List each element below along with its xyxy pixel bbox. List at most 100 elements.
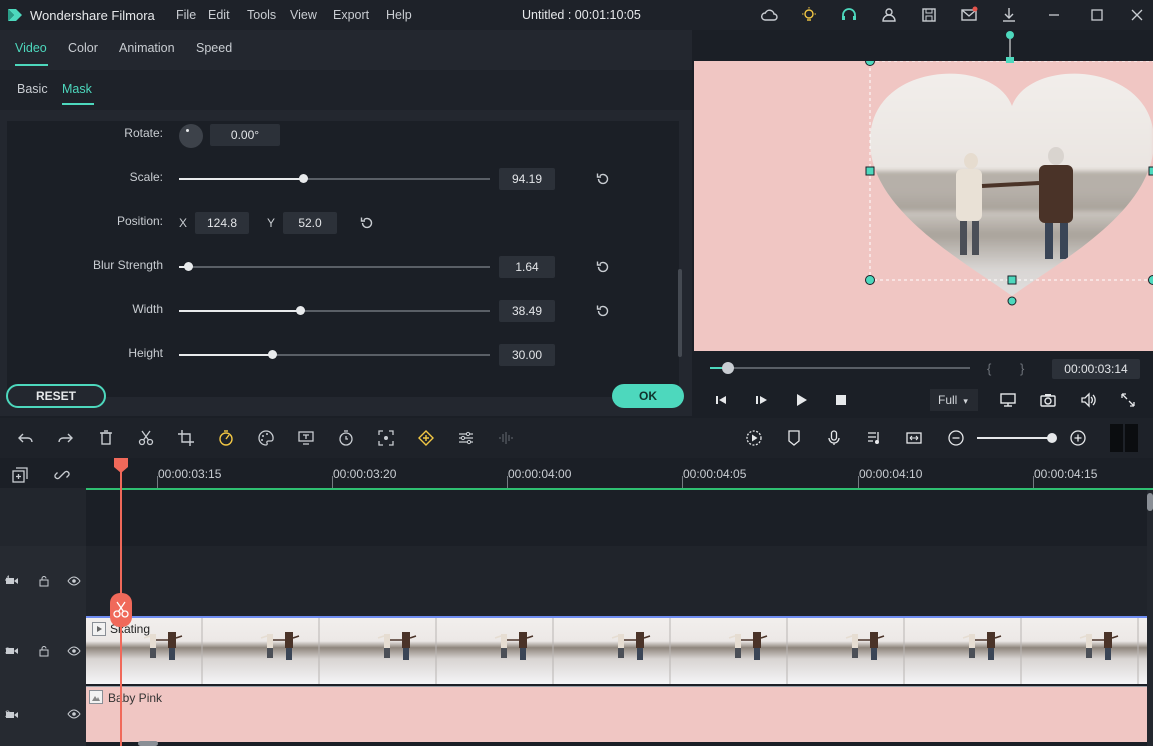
cloud-icon[interactable]	[760, 6, 778, 24]
mark-in-bracket[interactable]: {	[987, 361, 991, 376]
account-icon[interactable]	[880, 6, 898, 24]
eye-icon[interactable]	[67, 708, 81, 720]
position-x-input[interactable]: 124.8	[195, 212, 249, 234]
width-slider[interactable]	[179, 306, 490, 315]
reset-button[interactable]: RESET	[6, 384, 106, 408]
playhead-handle[interactable]	[113, 458, 129, 474]
close-icon[interactable]	[1128, 6, 1146, 24]
menu-export[interactable]: Export	[333, 8, 369, 22]
play-icon[interactable]	[792, 391, 810, 409]
position-y-input[interactable]: 52.0	[283, 212, 337, 234]
mark-out-bracket[interactable]: }	[1020, 361, 1024, 376]
scale-reset-icon[interactable]	[595, 171, 611, 187]
marker-shield-icon[interactable]	[785, 429, 803, 447]
ok-button[interactable]: OK	[612, 384, 684, 408]
timeline-ruler[interactable]: 00:00:03:15 00:00:03:20 00:00:04:00 00:0…	[86, 458, 1153, 490]
track-lane-4[interactable]	[86, 546, 1147, 616]
position-reset-icon[interactable]	[359, 215, 375, 231]
render-preview-icon[interactable]	[745, 429, 763, 447]
blur-strength-value-input[interactable]: 1.64	[499, 256, 555, 278]
track-lane-5[interactable]	[86, 490, 1147, 546]
eye-icon[interactable]	[67, 575, 81, 587]
tab-color[interactable]: Color	[68, 41, 98, 55]
minimize-icon[interactable]	[1045, 6, 1063, 24]
timeline-vertical-scrollbar[interactable]	[1147, 490, 1153, 746]
save-icon[interactable]	[920, 6, 938, 24]
chevron-down-icon: ▾	[963, 396, 968, 406]
preview-scrubber[interactable]	[710, 362, 970, 374]
menu-edit[interactable]: Edit	[208, 8, 230, 22]
previous-frame-icon[interactable]	[712, 391, 730, 409]
delete-icon[interactable]	[97, 429, 115, 447]
timeline-horizontal-scroll-thumb[interactable]	[138, 741, 158, 746]
split-scissors-icon[interactable]	[137, 429, 155, 447]
blur-strength-slider[interactable]	[179, 262, 490, 271]
audio-mixer-icon[interactable]	[865, 429, 883, 447]
menu-file[interactable]: File	[176, 8, 196, 22]
subtab-mask[interactable]: Mask	[62, 82, 92, 96]
clip-baby-pink[interactable]: Baby Pink	[86, 686, 1147, 742]
menu-tools[interactable]: Tools	[247, 8, 276, 22]
tab-video[interactable]: Video	[15, 41, 47, 55]
fit-timeline-icon[interactable]	[905, 429, 923, 447]
tab-animation[interactable]: Animation	[119, 41, 175, 55]
menu-help[interactable]: Help	[386, 8, 412, 22]
lightbulb-icon[interactable]	[800, 6, 818, 24]
scale-slider-handle[interactable]	[299, 174, 309, 183]
headset-support-icon[interactable]	[840, 6, 858, 24]
title-text-icon[interactable]	[297, 429, 315, 447]
link-icon[interactable]	[53, 466, 71, 484]
tab-speed[interactable]: Speed	[196, 41, 232, 55]
stop-icon[interactable]	[832, 391, 850, 409]
display-settings-icon[interactable]	[999, 391, 1017, 409]
height-value-input[interactable]: 30.00	[499, 344, 555, 366]
adjust-sliders-icon[interactable]	[457, 429, 475, 447]
volume-icon[interactable]	[1079, 391, 1097, 409]
timeline-scroll-thumb[interactable]	[1147, 493, 1153, 511]
properties-scrollbar[interactable]	[678, 269, 682, 357]
zoom-slider[interactable]	[977, 433, 1057, 443]
clip-skating[interactable]: Skating	[86, 616, 1147, 684]
scale-value-input[interactable]: 94.19	[499, 168, 555, 190]
fullscreen-icon[interactable]	[1119, 391, 1137, 409]
speed-icon[interactable]	[217, 429, 235, 447]
color-palette-icon[interactable]	[257, 429, 275, 447]
zoom-slider-handle[interactable]	[1047, 433, 1057, 443]
zoom-in-icon[interactable]	[1069, 429, 1087, 447]
play-frame-icon[interactable]	[752, 391, 770, 409]
width-value-input[interactable]: 38.49	[499, 300, 555, 322]
rotate-dial[interactable]	[179, 124, 203, 148]
voiceover-microphone-icon[interactable]	[825, 429, 843, 447]
download-icon[interactable]	[1000, 6, 1018, 24]
width-reset-icon[interactable]	[595, 303, 611, 319]
subtab-basic[interactable]: Basic	[17, 82, 48, 96]
undo-icon[interactable]	[17, 429, 35, 447]
snapshot-camera-icon[interactable]	[1039, 391, 1057, 409]
zoom-out-icon[interactable]	[947, 429, 965, 447]
stabilize-frame-icon[interactable]	[377, 429, 395, 447]
menu-view[interactable]: View	[290, 8, 317, 22]
mail-notification-icon[interactable]	[960, 6, 978, 24]
width-slider-handle[interactable]	[296, 306, 306, 315]
redo-icon[interactable]	[56, 429, 74, 447]
lock-icon[interactable]	[38, 645, 50, 657]
scale-slider[interactable]	[179, 174, 490, 183]
keyframe-diamond-icon[interactable]	[417, 429, 435, 447]
maximize-icon[interactable]	[1088, 6, 1106, 24]
eye-icon[interactable]	[67, 645, 81, 657]
lock-icon[interactable]	[38, 575, 50, 587]
rotate-value-input[interactable]: 0.00°	[210, 124, 280, 146]
height-slider[interactable]	[179, 350, 490, 359]
add-track-icon[interactable]	[11, 466, 29, 484]
track-layout-toggle-right[interactable]	[1125, 424, 1138, 452]
track-layout-toggle-left[interactable]	[1110, 424, 1123, 452]
rotation-handle[interactable]	[1005, 30, 1015, 64]
duration-timer-icon[interactable]	[337, 429, 355, 447]
quality-select[interactable]: Full ▾	[930, 389, 978, 411]
preview-scrubber-handle[interactable]	[722, 362, 735, 374]
blur-strength-slider-handle[interactable]	[184, 262, 194, 271]
playhead-split-scissors-icon[interactable]	[110, 593, 132, 627]
blur-strength-reset-icon[interactable]	[595, 259, 611, 275]
crop-icon[interactable]	[177, 429, 195, 447]
height-slider-handle[interactable]	[268, 350, 278, 359]
